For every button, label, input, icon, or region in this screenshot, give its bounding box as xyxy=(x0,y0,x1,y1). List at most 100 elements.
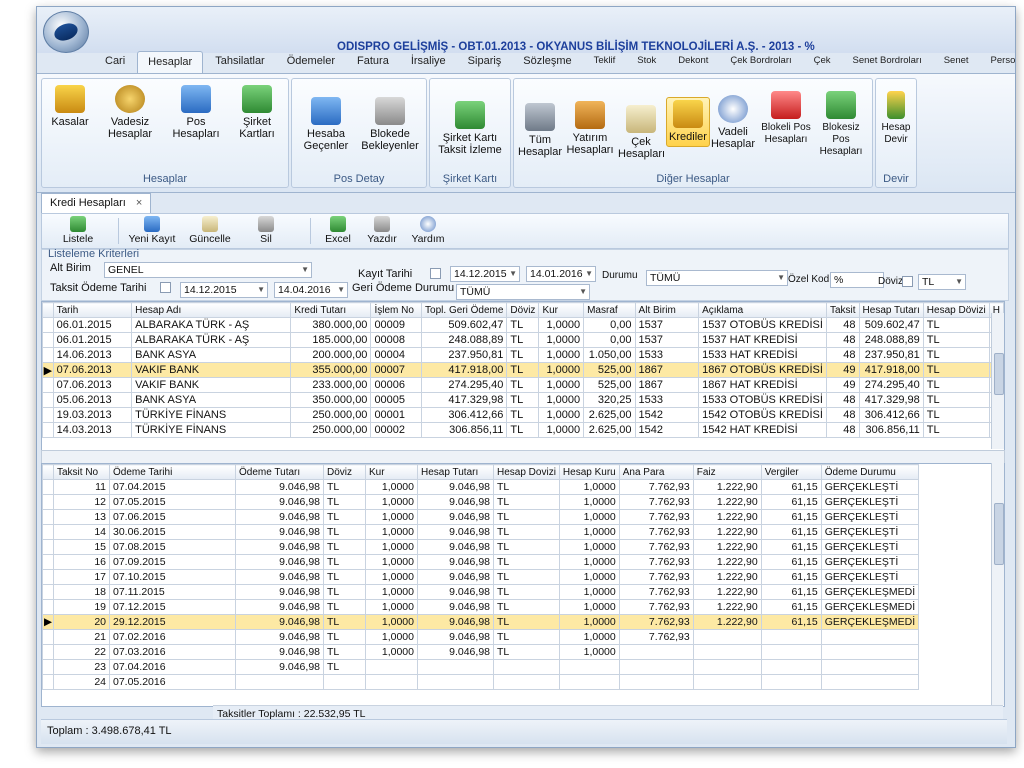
blokede-bekleyenler-button[interactable]: Blokede Bekleyenler xyxy=(358,97,422,152)
listele-button[interactable]: Listele xyxy=(58,216,98,245)
column-header[interactable]: Masraf xyxy=(583,302,636,318)
taksit-tarihi-checkbox[interactable] xyxy=(160,282,171,293)
column-header[interactable]: Topl. Geri Ödeme xyxy=(421,302,508,318)
kayit-from-date[interactable]: 14.12.2015 ▼ xyxy=(450,266,520,282)
table-row[interactable]: 07.06.2013 VAKIF BANK 233.000,00 00006 274.2… xyxy=(42,377,1004,393)
column-header[interactable]: Alt Birim xyxy=(634,302,700,318)
pos-hesaplari-button[interactable]: Pos Hesapları xyxy=(168,85,224,140)
tab-personel[interactable]: Personel xyxy=(981,51,1015,73)
table-row[interactable]: 14 30.06.2015 9.046,98 TL 1,0000 9.046,98 TL 1,… xyxy=(42,524,920,540)
column-header[interactable]: Döviz xyxy=(323,464,366,480)
table-row[interactable]: 22 07.03.2016 9.046,98 TL 1,0000 9.046,98 TL 1,… xyxy=(42,644,920,660)
app-menu-orb-icon[interactable] xyxy=(43,11,89,53)
tab-fatura[interactable]: Fatura xyxy=(347,51,399,73)
column-header[interactable]: Tarih xyxy=(52,302,133,318)
vadesiz-hesaplar-button[interactable]: Vadesiz Hesaplar xyxy=(102,85,158,140)
column-header[interactable]: Taksit No xyxy=(53,464,110,480)
krediler-button[interactable]: Krediler xyxy=(666,97,710,147)
table-row[interactable]: 23 07.04.2016 9.046,98 TL xyxy=(42,659,920,675)
sil-button[interactable]: Sil xyxy=(246,216,286,245)
tab--ek[interactable]: Çek xyxy=(804,51,841,73)
scroll-thumb[interactable] xyxy=(994,503,1004,565)
hesaba-gecenler-button[interactable]: Hesaba Geçenler xyxy=(298,97,354,152)
table-row[interactable]: 14.03.2013 TÜRKİYE FİNANS 250.000,00 00002 3… xyxy=(42,422,1004,438)
table-row[interactable]: 06.01.2015 ALBARAKA TÜRK - AŞ 380.000,00 00… xyxy=(42,317,1004,333)
taksit-from-date[interactable]: 14.12.2015 ▼ xyxy=(180,282,268,298)
table-row[interactable]: 19 07.12.2015 9.046,98 TL 1,0000 9.046,98 TL 1,… xyxy=(42,599,920,615)
table-row[interactable]: 17 07.10.2015 9.046,98 TL 1,0000 9.046,98 TL 1,… xyxy=(42,569,920,585)
column-header[interactable]: Açıklama xyxy=(698,302,827,318)
tum-hesaplar-button[interactable]: Tüm Hesaplar xyxy=(518,103,562,158)
blokeli-pos-button[interactable]: Blokeli Pos Hesapları xyxy=(760,91,812,146)
credits-hscroll[interactable] xyxy=(41,450,1005,464)
table-row[interactable]: 21 07.02.2016 9.046,98 TL 1,0000 9.046,98 TL 1,… xyxy=(42,629,920,645)
scroll-thumb[interactable] xyxy=(994,353,1004,395)
credits-vscroll[interactable] xyxy=(991,313,1004,449)
tab--ek-bordrolar-[interactable]: Çek Bordroları xyxy=(720,51,801,73)
table-row[interactable]: 06.01.2015 ALBARAKA TÜRK - AŞ 185.000,00 00… xyxy=(42,332,1004,348)
yazdir-button[interactable]: Yazdır xyxy=(362,216,402,245)
tab-senet-bordrolar-[interactable]: Senet Bordroları xyxy=(843,51,932,73)
table-row[interactable]: 16 07.09.2015 9.046,98 TL 1,0000 9.046,98 TL 1,… xyxy=(42,554,920,570)
column-header[interactable]: Döviz xyxy=(506,302,540,318)
column-header[interactable]: Vergiler xyxy=(760,464,822,480)
durumu-select[interactable]: TÜMÜ ▼ xyxy=(646,270,788,286)
installments-vscroll[interactable] xyxy=(991,463,1004,705)
column-header[interactable]: Hesap Dovizi xyxy=(493,464,560,480)
column-header[interactable]: Ödeme Tutarı xyxy=(235,464,324,480)
table-row[interactable]: 24 07.05.2016 xyxy=(42,674,920,690)
column-header[interactable]: Hesap Kuru xyxy=(558,464,620,480)
table-row[interactable]: ▶ 07.06.2013 VAKIF BANK 355.000,00 00007 417.… xyxy=(42,362,1004,378)
column-header[interactable]: Ödeme Tarihi xyxy=(109,464,236,480)
table-row[interactable]: 12 07.05.2015 9.046,98 TL 1,0000 9.046,98 TL 1,… xyxy=(42,494,920,510)
alt-birim-select[interactable]: GENEL ▼ xyxy=(104,262,312,278)
doviz-checkbox[interactable] xyxy=(902,276,913,287)
blokesiz-pos-button[interactable]: Blokesiz Pos Hesapları xyxy=(814,91,868,158)
yeni-kayit-button[interactable]: Yeni Kayıt xyxy=(124,216,180,245)
kayit-tarihi-checkbox[interactable] xyxy=(430,268,441,279)
table-row[interactable]: ▶ 20 29.12.2015 9.046,98 TL 1,0000 9.046,98 TL 1… xyxy=(42,614,920,630)
hesap-devir-button[interactable]: Hesap Devir xyxy=(878,91,914,146)
sirket-karti-taksit-button[interactable]: Şirket Kartı Taksit İzleme xyxy=(434,101,506,156)
column-header[interactable]: Kur xyxy=(538,302,585,318)
table-row[interactable]: 05.06.2013 BANK ASYA 350.000,00 00005 417.32… xyxy=(42,392,1004,408)
geri-odeme-select[interactable]: TÜMÜ ▼ xyxy=(456,284,590,300)
tab-sipari-[interactable]: Sipariş xyxy=(458,51,512,73)
table-row[interactable]: 18 07.11.2015 9.046,98 TL 1,0000 9.046,98 TL 1,… xyxy=(42,584,920,600)
column-header[interactable]: Ödeme Durumu xyxy=(820,464,920,480)
table-row[interactable]: 19.03.2013 TÜRKİYE FİNANS 250.000,00 00001 3… xyxy=(42,407,1004,423)
column-header[interactable]: Taksit xyxy=(825,302,860,318)
sirket-kartlari-button[interactable]: Şirket Kartları xyxy=(232,85,282,140)
table-row[interactable]: 11 07.04.2015 9.046,98 TL 1,0000 9.046,98 TL 1,… xyxy=(42,479,920,495)
tab-cari[interactable]: Cari xyxy=(95,51,135,73)
table-row[interactable]: 13 07.06.2015 9.046,98 TL 1,0000 9.046,98 TL 1,… xyxy=(42,509,920,525)
tab--demeler[interactable]: Ödemeler xyxy=(277,51,345,73)
tab-stok[interactable]: Stok xyxy=(627,51,666,73)
tab-tahsilatlar[interactable]: Tahsilatlar xyxy=(205,51,275,73)
guncelle-button[interactable]: Güncelle xyxy=(188,216,232,245)
table-row[interactable]: 14.06.2013 BANK ASYA 200.000,00 00004 237.95… xyxy=(42,347,1004,363)
tab-i-rsaliye[interactable]: İrsaliye xyxy=(401,51,456,73)
column-header[interactable]: Hesap Tutarı xyxy=(417,464,494,480)
tab-dekont[interactable]: Dekont xyxy=(668,51,718,73)
tab-senet[interactable]: Senet xyxy=(934,51,979,73)
doviz-select[interactable]: TL ▼ xyxy=(918,274,966,290)
yatirim-hesaplari-button[interactable]: Yatırım Hesapları xyxy=(564,101,616,156)
ozel-kod-input[interactable]: % xyxy=(830,272,884,288)
kayit-to-date[interactable]: 14.01.2016 ▼ xyxy=(526,266,596,282)
tab-teklif[interactable]: Teklif xyxy=(584,51,626,73)
tab-s-zle-me[interactable]: Sözleşme xyxy=(513,51,581,73)
column-header[interactable]: Ana Para xyxy=(618,464,694,480)
kasalar-button[interactable]: Kasalar xyxy=(48,85,92,128)
vadeli-hesaplar-button[interactable]: Vadeli Hesaplar xyxy=(710,95,756,150)
excel-button[interactable]: Excel xyxy=(318,216,358,245)
column-header[interactable]: Hesap Dövizi xyxy=(922,302,990,318)
yardim-button[interactable]: Yardım xyxy=(408,216,448,245)
column-header[interactable]: Hesap Tutarı xyxy=(858,302,924,318)
table-row[interactable]: 15 07.08.2015 9.046,98 TL 1,0000 9.046,98 TL 1,… xyxy=(42,539,920,555)
close-tab-icon[interactable]: × xyxy=(136,197,142,209)
column-header[interactable]: Faiz xyxy=(692,464,762,480)
cek-hesaplari-button[interactable]: Çek Hesapları xyxy=(618,105,665,160)
column-header[interactable]: İşlem No xyxy=(370,302,423,318)
column-header[interactable]: Hesap Adı xyxy=(131,302,292,318)
